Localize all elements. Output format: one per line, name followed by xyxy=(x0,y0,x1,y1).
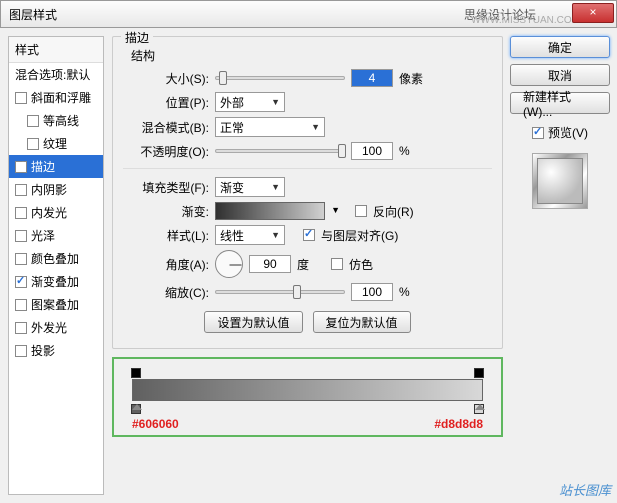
align-checkbox[interactable] xyxy=(303,229,315,241)
sidebar-item[interactable]: 斜面和浮雕 xyxy=(9,86,103,109)
scale-slider[interactable] xyxy=(215,290,345,294)
dither-checkbox[interactable] xyxy=(331,258,343,270)
opacity-slider[interactable] xyxy=(215,149,345,153)
close-button[interactable]: × xyxy=(572,3,614,23)
angle-unit: 度 xyxy=(297,256,309,273)
position-label: 位置(P): xyxy=(123,94,209,111)
style-checkbox[interactable] xyxy=(27,115,39,127)
opacity-input[interactable]: 100 xyxy=(351,142,393,160)
sidebar-item[interactable]: 外发光 xyxy=(9,316,103,339)
gradient-right-value: #d8d8d8 xyxy=(434,417,483,431)
sidebar-item[interactable]: 投影 xyxy=(9,339,103,362)
angle-dial[interactable] xyxy=(215,250,243,278)
structure-label: 结构 xyxy=(131,47,492,64)
style-checkbox[interactable] xyxy=(15,276,27,288)
align-label: 与图层对齐(G) xyxy=(321,227,398,244)
scale-label: 缩放(C): xyxy=(123,284,209,301)
style-checkbox[interactable] xyxy=(15,92,27,104)
opacity-stop-right[interactable] xyxy=(474,368,484,378)
style-checkbox[interactable] xyxy=(15,345,27,357)
angle-input[interactable]: 90 xyxy=(249,255,291,273)
style-checkbox[interactable] xyxy=(15,184,27,196)
style-select[interactable]: 线性 xyxy=(215,225,285,245)
blendmode-label: 混合模式(B): xyxy=(123,119,209,136)
size-slider[interactable] xyxy=(215,76,345,80)
scale-unit: % xyxy=(399,285,410,299)
gradient-editor: #606060 #d8d8d8 xyxy=(112,357,503,437)
size-input[interactable]: 4 xyxy=(351,69,393,87)
color-stop-left[interactable] xyxy=(131,404,141,414)
sidebar-item-label: 内阴影 xyxy=(31,181,67,198)
sidebar-item[interactable]: 等高线 xyxy=(9,109,103,132)
preview-swatch xyxy=(532,153,588,209)
style-checkbox[interactable] xyxy=(15,161,27,173)
stroke-fieldset: 描边 结构 大小(S): 4 像素 位置(P): 外部 混合模式(B): 正常 xyxy=(112,36,503,349)
dither-label: 仿色 xyxy=(349,256,373,273)
right-column: 确定 取消 新建样式(W)... 预览(V) xyxy=(511,36,609,495)
gradient-preview[interactable] xyxy=(215,202,325,220)
angle-label: 角度(A): xyxy=(123,256,209,273)
reverse-label: 反向(R) xyxy=(373,203,414,220)
gradient-label: 渐变: xyxy=(123,203,209,220)
opacity-label: 不透明度(O): xyxy=(123,143,209,160)
sidebar-item-label: 外发光 xyxy=(31,319,67,336)
opacity-stop-left[interactable] xyxy=(131,368,141,378)
reset-default-button[interactable]: 复位为默认值 xyxy=(313,311,411,333)
sidebar-blend-options[interactable]: 混合选项:默认 xyxy=(9,63,103,86)
sidebar-item-label: 纹理 xyxy=(43,135,67,152)
stroke-legend: 描边 xyxy=(121,29,153,46)
ok-button[interactable]: 确定 xyxy=(510,36,610,58)
gradient-left-value: #606060 xyxy=(132,417,179,431)
size-unit: 像素 xyxy=(399,70,423,87)
filltype-label: 填充类型(F): xyxy=(123,179,209,196)
blendmode-select[interactable]: 正常 xyxy=(215,117,325,137)
main-area: 描边 结构 大小(S): 4 像素 位置(P): 外部 混合模式(B): 正常 xyxy=(112,36,609,495)
watermark: 站长图库 xyxy=(559,480,611,499)
gradient-bar[interactable] xyxy=(132,379,483,401)
sidebar-item[interactable]: 图案叠加 xyxy=(9,293,103,316)
cancel-button[interactable]: 取消 xyxy=(510,64,610,86)
set-default-button[interactable]: 设置为默认值 xyxy=(204,311,302,333)
opacity-unit: % xyxy=(399,144,410,158)
filltype-select[interactable]: 渐变 xyxy=(215,177,285,197)
preview-checkbox[interactable] xyxy=(532,127,544,139)
style-checkbox[interactable] xyxy=(27,138,39,150)
brand-url: WWW.MISSYUAN.COM xyxy=(471,15,580,26)
style-checkbox[interactable] xyxy=(15,207,27,219)
sidebar-item-label: 颜色叠加 xyxy=(31,250,79,267)
sidebar-item[interactable]: 光泽 xyxy=(9,224,103,247)
sidebar-item-label: 斜面和浮雕 xyxy=(31,89,91,106)
dialog-body: 样式 混合选项:默认 斜面和浮雕等高线纹理描边内阴影内发光光泽颜色叠加渐变叠加图… xyxy=(0,28,617,503)
sidebar-item[interactable]: 颜色叠加 xyxy=(9,247,103,270)
titlebar: 图层样式 思缘设计论坛 WWW.MISSYUAN.COM × xyxy=(0,0,617,28)
window-title: 图层样式 xyxy=(9,6,57,23)
color-stop-right[interactable] xyxy=(474,404,484,414)
reverse-checkbox[interactable] xyxy=(355,205,367,217)
sidebar-item-label: 光泽 xyxy=(31,227,55,244)
sidebar-item-label: 渐变叠加 xyxy=(31,273,79,290)
style-checkbox[interactable] xyxy=(15,253,27,265)
sidebar-item[interactable]: 描边 xyxy=(9,155,103,178)
position-select[interactable]: 外部 xyxy=(215,92,285,112)
newstyle-button[interactable]: 新建样式(W)... xyxy=(510,92,610,114)
sidebar-item-label: 内发光 xyxy=(31,204,67,221)
sidebar-item[interactable]: 内阴影 xyxy=(9,178,103,201)
sidebar-item[interactable]: 纹理 xyxy=(9,132,103,155)
sidebar-item[interactable]: 内发光 xyxy=(9,201,103,224)
sidebar-item-label: 投影 xyxy=(31,342,55,359)
style-checkbox[interactable] xyxy=(15,299,27,311)
style-checkbox[interactable] xyxy=(15,230,27,242)
styles-sidebar: 样式 混合选项:默认 斜面和浮雕等高线纹理描边内阴影内发光光泽颜色叠加渐变叠加图… xyxy=(8,36,104,495)
sidebar-item-label: 图案叠加 xyxy=(31,296,79,313)
sidebar-header: 样式 xyxy=(9,37,103,63)
sidebar-item[interactable]: 渐变叠加 xyxy=(9,270,103,293)
scale-input[interactable]: 100 xyxy=(351,283,393,301)
style-label: 样式(L): xyxy=(123,227,209,244)
style-checkbox[interactable] xyxy=(15,322,27,334)
size-label: 大小(S): xyxy=(123,70,209,87)
preview-label: 预览(V) xyxy=(548,124,588,141)
sidebar-item-label: 等高线 xyxy=(43,112,79,129)
sidebar-item-label: 描边 xyxy=(31,158,55,175)
